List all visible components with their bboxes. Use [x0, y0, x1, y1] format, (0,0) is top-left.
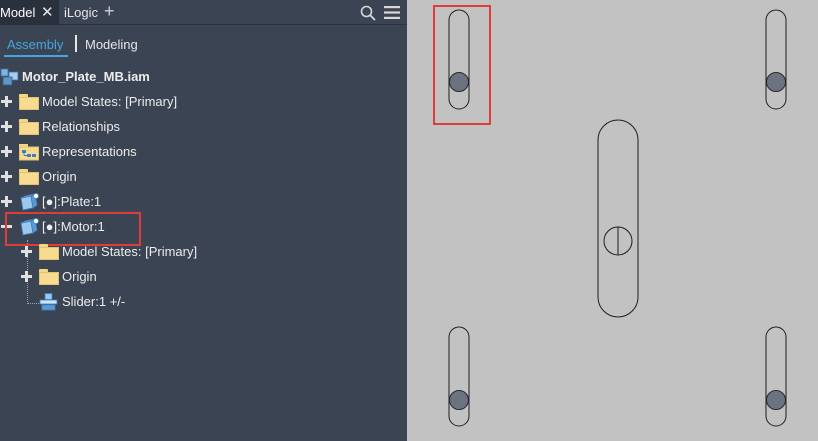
- tree-node-label: Representations: [42, 144, 137, 159]
- graphics-canvas[interactable]: [407, 0, 818, 441]
- menu-icon[interactable]: [384, 5, 400, 20]
- tree-node-label: [●]:Plate:1: [42, 194, 102, 209]
- close-icon[interactable]: ✕: [41, 0, 54, 25]
- tree-node-motor-origin[interactable]: Origin: [0, 266, 400, 288]
- relationships-icon: [19, 119, 39, 135]
- slot-top-right: [765, 9, 787, 110]
- tree-node-label: Origin: [42, 169, 77, 184]
- tree-node-label: Model States: [Primary]: [62, 244, 198, 259]
- expand-icon[interactable]: [21, 246, 32, 257]
- tree-node-label: Motor_Plate_MB.iam: [22, 69, 150, 84]
- subtab-separator: [75, 35, 77, 52]
- tab-ilogic[interactable]: iLogic: [64, 0, 98, 25]
- tree-node-motor-model-states[interactable]: Model States: [Primary]: [0, 241, 400, 263]
- tree-node-origin[interactable]: Origin: [0, 166, 400, 188]
- tab-model[interactable]: Model ✕: [0, 0, 59, 25]
- pin-top-right: [766, 72, 786, 92]
- tree-node-label: Model States: [Primary]: [42, 94, 178, 109]
- folder-icon: [19, 169, 39, 185]
- tree-node-root[interactable]: Motor_Plate_MB.iam: [0, 66, 400, 88]
- tree-node-relationships[interactable]: Relationships: [0, 116, 400, 138]
- tree-node-label: Origin: [62, 269, 97, 284]
- folder-icon: [39, 269, 59, 285]
- expand-icon[interactable]: [1, 196, 12, 207]
- subtab-active-underline: [4, 55, 68, 57]
- tree-node-label: Relationships: [42, 119, 121, 134]
- part-icon: [20, 193, 39, 211]
- subtab-assembly[interactable]: Assembly: [7, 37, 63, 52]
- slot-bottom-left: [448, 326, 470, 427]
- expand-icon[interactable]: [1, 96, 12, 107]
- slot-top-left: [448, 9, 470, 110]
- assembly-icon: [0, 68, 19, 86]
- tab-model-label: Model: [0, 5, 36, 20]
- pin-bottom-right: [766, 390, 786, 410]
- plate-drawing[interactable]: [407, 0, 818, 441]
- tree-node-model-states[interactable]: Model States: [Primary]: [0, 91, 400, 113]
- expand-icon[interactable]: [1, 146, 12, 157]
- representations-icon: [19, 144, 39, 161]
- model-browser-panel: Model ✕ iLogic + Assembly Modeling Motor…: [0, 0, 407, 441]
- browser-tab-bar: Model ✕ iLogic +: [0, 0, 407, 25]
- slider-icon: [39, 293, 58, 311]
- pin-bottom-left: [449, 390, 469, 410]
- slot-center: [597, 119, 639, 318]
- tree-node-label: Slider:1 +/-: [62, 294, 126, 309]
- browser-subtabs: Assembly Modeling: [0, 25, 407, 60]
- slot-bottom-right: [765, 326, 787, 427]
- folder-icon: [19, 94, 39, 110]
- subtab-modeling[interactable]: Modeling: [85, 37, 138, 52]
- tree-node-representations[interactable]: Representations: [0, 141, 400, 163]
- highlight-box-slot: [433, 5, 491, 125]
- add-icon[interactable]: +: [104, 0, 115, 24]
- tree-node-slider[interactable]: Slider:1 +/-: [0, 291, 400, 313]
- expand-icon[interactable]: [21, 271, 32, 282]
- expand-icon[interactable]: [1, 171, 12, 182]
- search-icon[interactable]: [360, 5, 376, 21]
- expand-icon[interactable]: [1, 121, 12, 132]
- folder-icon: [39, 244, 59, 260]
- pin-top-left: [449, 72, 469, 92]
- tree-node-plate[interactable]: [●]:Plate:1: [0, 191, 400, 213]
